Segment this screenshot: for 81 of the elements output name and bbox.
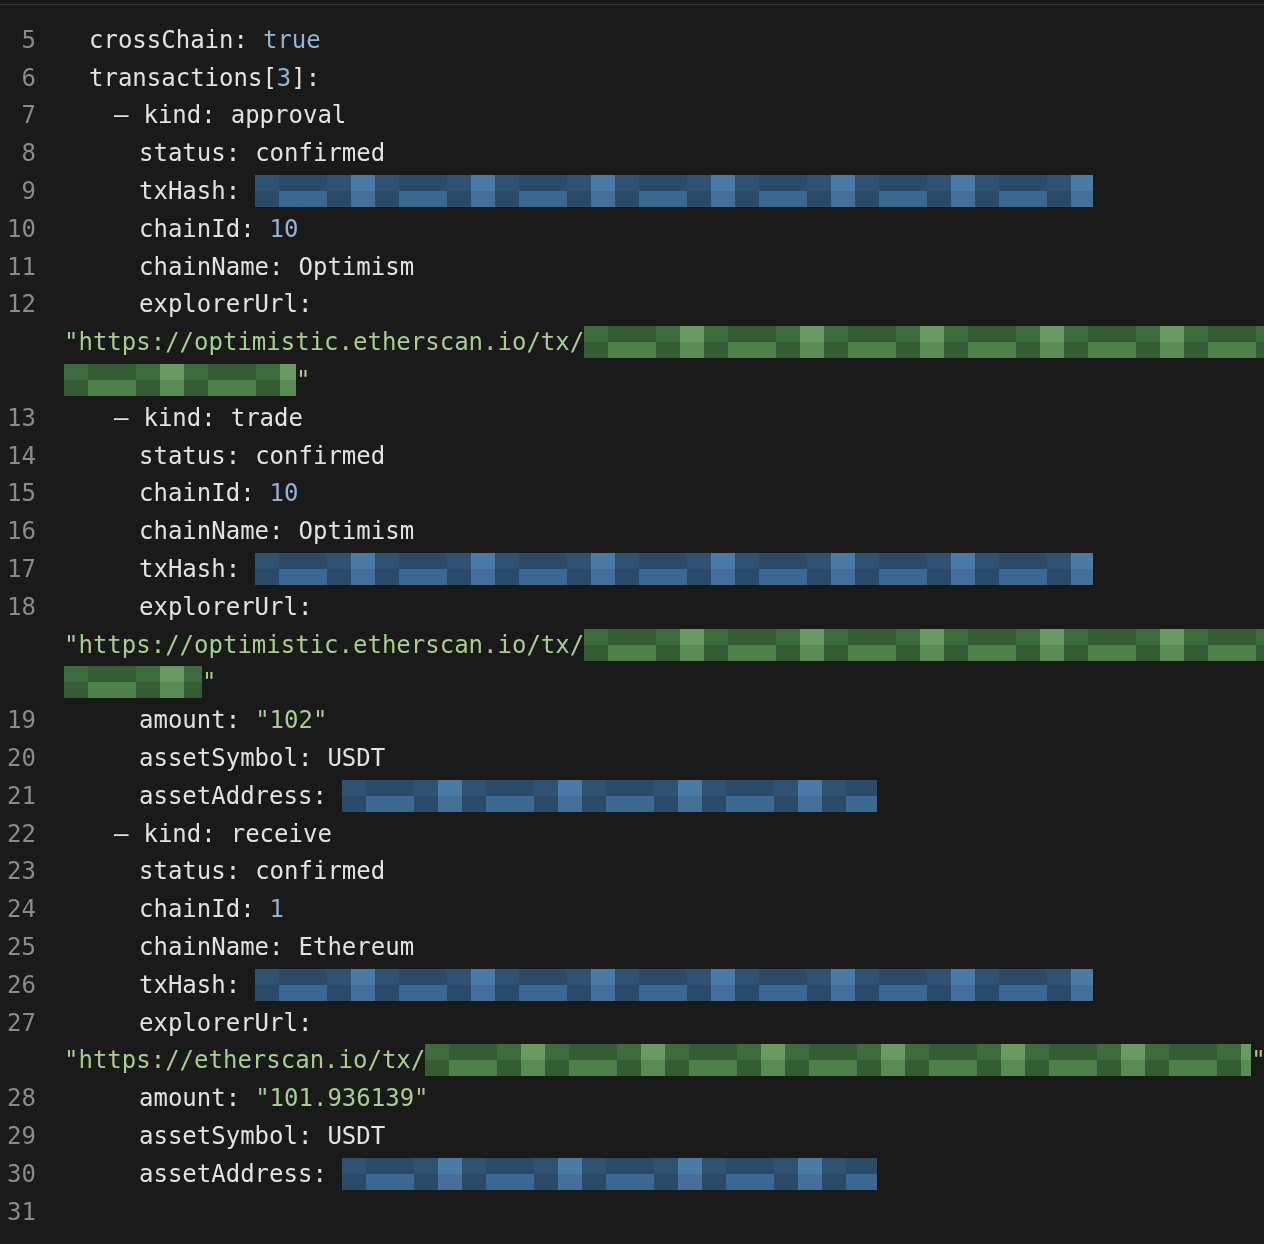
- yaml-text: approval: [230, 103, 347, 128]
- yaml-text: txHash:: [139, 179, 241, 204]
- line-number: 28: [7, 1084, 36, 1113]
- line-number: 7: [21, 101, 36, 130]
- yaml-text: txHash:: [139, 557, 241, 582]
- yaml-text: explorerUrl:: [139, 594, 313, 619]
- line-number: 19: [7, 706, 36, 735]
- line-number: 17: [7, 555, 36, 584]
- line-number: 11: [7, 252, 36, 281]
- yaml-text: kind:: [143, 405, 216, 430]
- yaml-text: Optimism: [298, 254, 415, 279]
- yaml-text: USDT: [327, 1124, 386, 1148]
- line-number: 15: [7, 479, 36, 508]
- yaml-text: assetAddress:: [139, 783, 327, 808]
- yaml-text: chainName:: [139, 254, 284, 279]
- yaml-text: explorerUrl:: [139, 1010, 313, 1035]
- line-number: 13: [7, 403, 36, 432]
- yaml-text: trade: [230, 405, 303, 430]
- line-number: 23: [7, 857, 36, 886]
- list-dash: –: [114, 821, 129, 846]
- yaml-text: assetAddress:: [139, 1161, 327, 1186]
- yaml-text: USDT: [327, 746, 386, 771]
- line-number: 24: [7, 895, 36, 924]
- yaml-text: status:: [139, 141, 241, 166]
- list-dash: –: [114, 405, 129, 430]
- yaml-text: chainName:: [139, 935, 284, 959]
- line-number: 22: [7, 819, 36, 848]
- yaml-string: "102": [255, 708, 328, 733]
- yaml-text: amount:: [139, 1086, 241, 1111]
- yaml-value: 10: [269, 481, 299, 506]
- line-number: 12: [7, 290, 36, 319]
- yaml-text: confirmed: [255, 859, 386, 884]
- line-number: 9: [21, 177, 36, 206]
- yaml-text: explorerUrl:: [139, 292, 313, 317]
- line-number: 27: [7, 1008, 36, 1037]
- yaml-text: chainId:: [139, 216, 255, 241]
- line-number: 29: [7, 1122, 36, 1150]
- yaml-text: status:: [139, 859, 241, 884]
- line-number: 30: [7, 1159, 36, 1188]
- yaml-text: crossChain:: [89, 27, 248, 52]
- yaml-text: chainId:: [139, 481, 255, 506]
- line-number: 21: [7, 781, 36, 810]
- yaml-text: assetSymbol:: [139, 746, 313, 771]
- yaml-key: transactions[: [89, 65, 277, 90]
- line-number: 31: [7, 1197, 36, 1226]
- yaml-string: ": [1251, 1048, 1264, 1073]
- yaml-string: "https://optimistic.etherscan.io/tx/: [64, 330, 585, 355]
- line-number: 5: [21, 25, 36, 54]
- yaml-number: 3: [276, 65, 292, 90]
- line-number: 8: [21, 139, 36, 168]
- yaml-value: 10: [269, 216, 299, 241]
- yaml-string: "https://optimistic.etherscan.io/tx/: [64, 632, 585, 657]
- yaml-text: confirmed: [255, 443, 386, 468]
- yaml-text: kind:: [143, 821, 216, 846]
- yaml-text: Optimism: [298, 519, 415, 544]
- yaml-text: Ethereum: [298, 935, 415, 959]
- yaml-string: "101.936139": [255, 1086, 429, 1111]
- yaml-value: 1: [269, 897, 285, 922]
- yaml-text: assetSymbol:: [139, 1124, 313, 1148]
- yaml-text: status:: [139, 443, 241, 468]
- yaml-text: chainId:: [139, 897, 255, 922]
- line-number: 26: [7, 970, 36, 999]
- yaml-string: ": [202, 670, 217, 695]
- line-number: 16: [7, 517, 36, 546]
- yaml-text: kind:: [143, 103, 216, 128]
- line-number: 20: [7, 744, 36, 773]
- line-number: 6: [21, 63, 36, 92]
- yaml-text: chainName:: [139, 519, 284, 544]
- yaml-text: txHash:: [139, 972, 241, 997]
- line-number: 25: [7, 933, 36, 961]
- line-number: 10: [7, 214, 36, 243]
- yaml-key: ]:: [291, 65, 321, 90]
- yaml-string: ": [296, 368, 311, 393]
- yaml-text: confirmed: [255, 141, 386, 166]
- line-number: 18: [7, 592, 36, 621]
- line-number: 14: [7, 441, 36, 470]
- yaml-string: "https://etherscan.io/tx/: [64, 1048, 426, 1073]
- yaml-text: amount:: [139, 708, 241, 733]
- yaml-value: true: [262, 27, 321, 52]
- list-dash: –: [114, 103, 129, 128]
- yaml-text: receive: [230, 821, 332, 846]
